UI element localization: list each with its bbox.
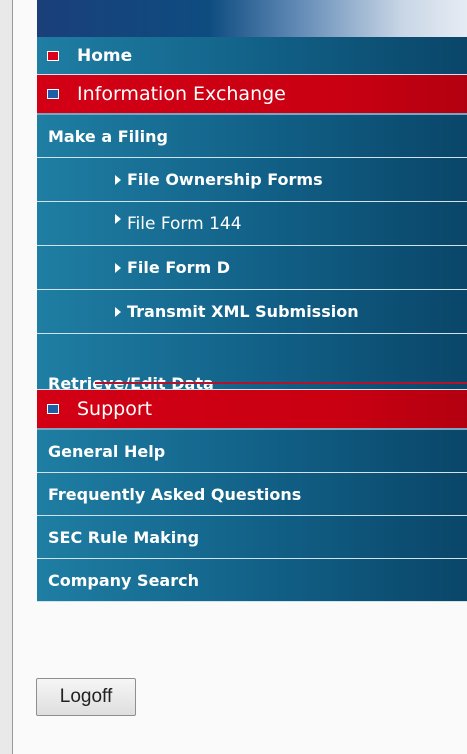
section-support[interactable]: Support — [37, 390, 467, 430]
nav-item-sec-rule-making-label: SEC Rule Making — [48, 527, 200, 547]
nav-item-file-form-144-label: File Form 144 — [127, 213, 242, 234]
nav-item-file-form-d-label: File Form D — [127, 258, 231, 277]
nav-item-home-label: Home — [77, 45, 133, 66]
nav-item-make-a-filing[interactable]: Make a Filing — [37, 115, 467, 158]
window-left-border — [0, 0, 13, 754]
nav-item-faq-label: Frequently Asked Questions — [48, 484, 302, 504]
triangle-right-icon — [115, 306, 121, 317]
triangle-right-icon — [115, 213, 121, 224]
logoff-button[interactable]: Logoff — [36, 678, 136, 716]
square-bullet-icon — [47, 50, 59, 61]
nav-item-make-a-filing-label: Make a Filing — [48, 126, 168, 146]
square-bullet-icon — [47, 89, 59, 99]
nav-item-company-search[interactable]: Company Search — [37, 559, 467, 602]
nav-item-transmit-xml-submission-label: Transmit XML Submission — [127, 302, 359, 321]
nav-item-home[interactable]: Home — [37, 37, 467, 75]
section-information-exchange[interactable]: Information Exchange — [37, 75, 467, 115]
triangle-right-icon — [115, 174, 121, 185]
nav-item-frequently-asked-questions[interactable]: Frequently Asked Questions — [37, 473, 467, 516]
nav-item-general-help[interactable]: General Help — [37, 430, 467, 473]
overlay-red-line — [95, 382, 467, 384]
nav-item-general-help-label: General Help — [48, 441, 166, 461]
nav-item-sec-rule-making[interactable]: SEC Rule Making — [37, 516, 467, 559]
header-banner — [37, 0, 467, 37]
nav-item-file-ownership-forms-label: File Ownership Forms — [127, 170, 323, 189]
navigation-menu: Home Information Exchange Make a Filing … — [37, 0, 467, 602]
nav-item-file-form-d[interactable]: File Form D — [37, 246, 467, 290]
nav-item-file-ownership-forms[interactable]: File Ownership Forms — [37, 158, 467, 202]
section-information-exchange-label: Information Exchange — [77, 83, 286, 105]
nav-item-transmit-xml-submission[interactable]: Transmit XML Submission — [37, 290, 467, 334]
square-bullet-icon — [47, 404, 59, 414]
section-support-label: Support — [77, 398, 153, 420]
nav-item-file-form-144[interactable]: File Form 144 — [37, 202, 467, 246]
nav-item-company-search-label: Company Search — [48, 570, 199, 590]
triangle-right-icon — [115, 262, 121, 273]
